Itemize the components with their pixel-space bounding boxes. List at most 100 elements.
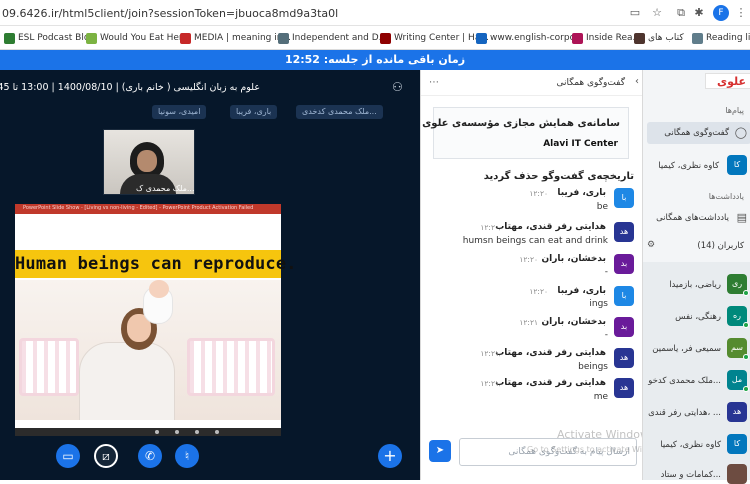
message-time: ۱۲:۲۱ — [480, 379, 499, 388]
message-time: ۱۲:۲۰ — [519, 255, 538, 264]
message-sender: هدایتی رفر قندی، مهتاب — [495, 222, 606, 232]
message-time: ۱۲:۲۱ — [480, 349, 499, 358]
message-avatar: هد — [614, 348, 634, 368]
message-time: ۱۲:۲۰ — [529, 189, 548, 198]
more-menu-icon[interactable]: ⋮ — [734, 6, 748, 20]
slide-nav-dot[interactable] — [155, 430, 159, 434]
reading-list[interactable]: Reading list — [692, 31, 750, 45]
bookmark-item[interactable]: Independent and D... — [278, 31, 387, 45]
send-icon: ➤ — [435, 445, 445, 456]
message-text: - — [604, 330, 608, 340]
slideshow-control-bar[interactable] — [15, 428, 281, 436]
logo-text: علوی — [717, 75, 746, 88]
chat-bubble-icon: ◯ — [734, 126, 747, 139]
message-avatar: هد — [614, 222, 634, 242]
user-name[interactable]: ملک محمدی کدخو... — [648, 376, 721, 386]
welcome-message-box: سامانه‌ی همایش مجازی مؤسسه‌ی علوی Alavi … — [422, 107, 629, 159]
sidebar-item-label: یادداشت‌های همگانی — [656, 213, 729, 223]
bookmark-item[interactable]: ESL Podcast Blog — [4, 31, 95, 45]
extension-icon[interactable]: ⧉ — [674, 6, 688, 20]
puzzle-icon[interactable]: ✱ — [692, 6, 706, 20]
slide-photo-mother-baby — [15, 280, 281, 420]
bookmark-favicon-icon — [4, 32, 15, 44]
avatar: کا — [727, 155, 747, 175]
message-avatar: هد — [614, 378, 634, 398]
settings-gear-icon[interactable]: ⚙ — [647, 240, 655, 250]
presence-dot — [743, 354, 749, 360]
notes-icon: ▤ — [736, 211, 747, 224]
message-time: ۱۲:۲۰ — [480, 223, 499, 232]
sidebar-item-label: گفت‌وگوی همگانی — [664, 128, 729, 138]
slide-nav-dot[interactable] — [215, 430, 219, 434]
chat-options-icon[interactable]: ⋯ — [429, 77, 439, 88]
address-bar[interactable]: 09.6426.ir/html5client/join?sessionToken… — [2, 7, 338, 20]
message-sender: بدخشان، باران — [541, 317, 606, 327]
browser-toolbar: 09.6426.ir/html5client/join?sessionToken… — [0, 0, 750, 26]
message-text: be — [596, 202, 608, 212]
bookmark-favicon-icon — [634, 32, 645, 44]
slide-window-title: PowerPoint Slide Show - [Living vs non-l… — [23, 205, 254, 211]
bookmark-item[interactable]: MEDIA | meaning in... — [180, 31, 291, 45]
message-time: ۱۲:۲۰ — [529, 287, 548, 296]
cast-icon[interactable]: ▭ — [628, 6, 642, 20]
mic-icon: ♮ — [184, 449, 190, 463]
message-sender: باری، فریبا — [557, 286, 606, 296]
bookmark-star-icon[interactable]: ☆ — [650, 6, 664, 20]
meeting-title: علوم به زبان انگلیسی ( خانم باری) | 1400… — [0, 82, 260, 93]
talking-indicator: ملک محمدی کدخدی... — [296, 105, 383, 119]
chat-back-icon[interactable]: ‹ — [635, 76, 639, 87]
message-sender: بدخشان، باران — [541, 254, 606, 264]
mic-button[interactable]: ♮ — [175, 444, 199, 468]
presence-dot — [743, 322, 749, 328]
user-name[interactable]: هدایتی رفر قندی، ... — [648, 408, 721, 418]
avatar: کا — [727, 434, 747, 454]
message-avatar: با — [614, 286, 634, 306]
talking-indicator: باری، فریبا — [230, 105, 278, 119]
message-avatar: بد — [614, 317, 634, 337]
bookmark-item[interactable]: Inside Rea... — [572, 31, 641, 45]
user-name[interactable]: سمیعی فر، یاسمین — [652, 344, 721, 354]
bookmark-favicon-icon — [572, 32, 583, 44]
bookmark-favicon-icon — [278, 32, 289, 44]
slide-headline: Human beings can reproduce. — [15, 250, 297, 278]
user-name[interactable]: کاوه نظری، کیمیا — [660, 440, 721, 450]
screenshare-button[interactable]: ⧄ — [94, 444, 118, 468]
send-message-button[interactable]: ➤ — [429, 440, 451, 462]
bookmark-item[interactable]: www.english-corpo... — [476, 31, 584, 45]
public-chat-panel: ⋯ گفت‌وگوی همگانی ‹ سامانه‌ی همایش مجازی… — [420, 70, 670, 480]
screen-button[interactable]: ▭ — [56, 444, 80, 468]
users-header: کاربران (14) — [697, 241, 744, 251]
avatar: هد — [727, 402, 747, 422]
message-text: - — [604, 267, 608, 277]
actions-add-button[interactable]: + — [378, 444, 402, 468]
brand-logo: علوی — [705, 73, 750, 89]
presence-dot — [743, 386, 749, 392]
sidebar-item-public-chat[interactable]: گفت‌وگوی همگانی ◯ — [647, 122, 750, 144]
sidebar-item-private-chat[interactable]: کا کاوه نظری، کیمیا — [647, 154, 750, 176]
profile-avatar[interactable]: F — [713, 5, 729, 21]
notes-section-title: یادداشت‌ها — [708, 192, 744, 201]
chat-header: ⋯ گفت‌وگوی همگانی ‹ — [421, 70, 643, 96]
user-name[interactable]: کمامات و ستاد... — [661, 470, 721, 480]
user-settings-icon[interactable]: ⚇ — [392, 80, 403, 94]
bookmark-item[interactable]: كتاب های — [634, 31, 684, 45]
slide-nav-dot[interactable] — [175, 430, 179, 434]
user-name[interactable]: رهنگی، نفس — [675, 312, 721, 322]
crib-right — [187, 338, 275, 396]
message-sender: هدایتی رفر قندی، مهتاب — [495, 378, 606, 388]
plus-icon: + — [383, 446, 397, 465]
sidebar-item-label: کاوه نظری، کیمیا — [658, 161, 719, 171]
bookmark-favicon-icon — [476, 32, 487, 44]
bookmark-favicon-icon — [180, 32, 191, 44]
bookmark-item[interactable]: Would You Eat Her... — [86, 31, 190, 45]
bookmark-favicon-icon — [380, 32, 391, 44]
sidebar-item-shared-notes[interactable]: یادداشت‌های همگانی ▤ — [647, 207, 750, 229]
user-name[interactable]: ریاضی، بازمیدا — [669, 280, 721, 290]
message-avatar: بد — [614, 254, 634, 274]
phone-button[interactable]: ✆ — [138, 444, 162, 468]
crib-left — [19, 338, 79, 396]
presence-dot — [743, 290, 749, 296]
slide-nav-dot[interactable] — [195, 430, 199, 434]
bookmark-item[interactable]: Writing Center | Ha... — [380, 31, 489, 45]
webcam-name-label: ملک محمدی ک... — [136, 184, 195, 193]
